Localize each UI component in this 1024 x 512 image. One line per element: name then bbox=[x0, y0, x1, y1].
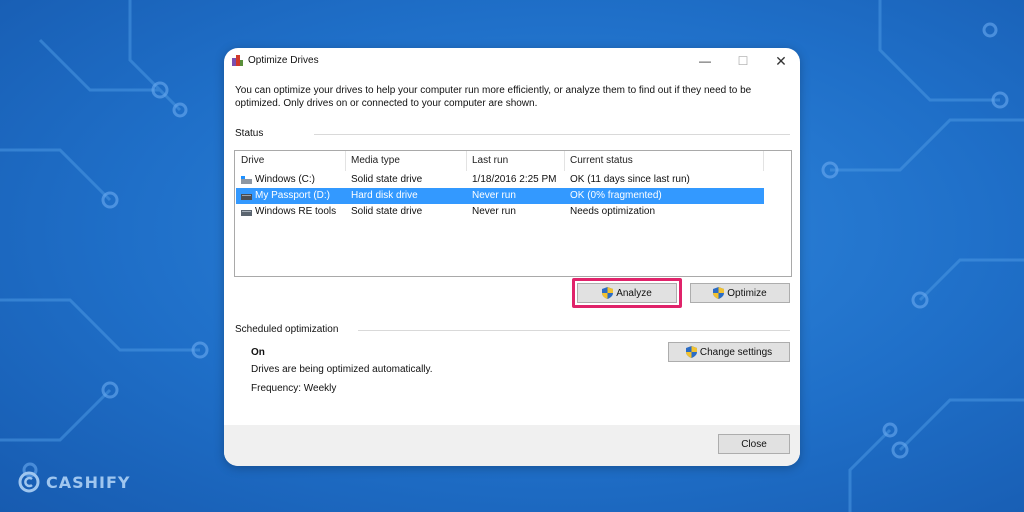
schedule-description: Drives are being optimized automatically… bbox=[251, 364, 433, 375]
optimize-button[interactable]: Optimize bbox=[690, 283, 790, 303]
schedule-state: On bbox=[251, 347, 265, 358]
column-separator[interactable] bbox=[564, 151, 565, 171]
drive-last-run: Never run bbox=[472, 190, 516, 201]
change-settings-button[interactable]: Change settings bbox=[668, 342, 790, 362]
column-header-media-type[interactable]: Media type bbox=[351, 155, 400, 166]
column-separator[interactable] bbox=[466, 151, 467, 171]
cashify-logo-icon bbox=[18, 471, 40, 493]
change-settings-label: Change settings bbox=[699, 346, 773, 358]
column-separator[interactable] bbox=[345, 151, 346, 171]
drive-last-run: 1/18/2016 2:25 PM bbox=[472, 174, 557, 185]
drive-current-status: Needs optimization bbox=[570, 206, 656, 217]
external-drive-icon bbox=[241, 194, 252, 200]
scheduled-divider bbox=[358, 330, 790, 331]
drives-list[interactable]: Drive Media type Last run Current status… bbox=[234, 150, 792, 277]
column-header-current-status[interactable]: Current status bbox=[570, 155, 633, 166]
windows-drive-icon bbox=[241, 176, 252, 184]
schedule-frequency: Frequency: Weekly bbox=[251, 383, 337, 394]
column-header-last-run[interactable]: Last run bbox=[472, 155, 508, 166]
drive-last-run: Never run bbox=[472, 206, 516, 217]
status-divider bbox=[314, 134, 790, 135]
column-header-drive[interactable]: Drive bbox=[241, 155, 264, 166]
defrag-icon bbox=[232, 55, 243, 66]
intro-text: You can optimize your drives to help you… bbox=[235, 85, 752, 109]
close-button[interactable]: Close bbox=[718, 434, 790, 454]
drive-row-selected[interactable]: My Passport (D:) Hard disk drive Never r… bbox=[236, 188, 764, 204]
drive-media-type: Solid state drive bbox=[351, 206, 423, 217]
drive-current-status: OK (0% fragmented) bbox=[570, 190, 662, 201]
title-bar: Optimize Drives — ☐ ✕ bbox=[224, 48, 800, 74]
dialog-footer: Close bbox=[224, 425, 800, 466]
drive-current-status: OK (11 days since last run) bbox=[570, 174, 690, 185]
optimize-drives-dialog: Optimize Drives — ☐ ✕ You can optimize y… bbox=[224, 48, 800, 466]
minimize-button[interactable]: — bbox=[690, 50, 720, 72]
cashify-brand-text: CASHIFY bbox=[46, 472, 131, 492]
drive-media-type: Hard disk drive bbox=[351, 190, 418, 201]
drive-name: Windows RE tools bbox=[255, 206, 337, 217]
scheduled-section-label: Scheduled optimization bbox=[235, 324, 339, 335]
drive-row[interactable]: Windows (C:) Solid state drive 1/18/2016… bbox=[236, 172, 764, 188]
drive-name: Windows (C:) bbox=[255, 174, 316, 185]
close-label: Close bbox=[741, 438, 767, 450]
analyze-highlight-box bbox=[572, 278, 682, 308]
drive-name: My Passport (D:) bbox=[255, 190, 331, 201]
uac-shield-icon bbox=[685, 346, 697, 358]
maximize-button[interactable]: ☐ bbox=[728, 50, 758, 72]
cashify-watermark: CASHIFY bbox=[18, 470, 131, 494]
drive-row[interactable]: Windows RE tools Solid state drive Never… bbox=[236, 204, 764, 220]
window-title: Optimize Drives bbox=[248, 55, 319, 66]
column-separator[interactable] bbox=[763, 151, 764, 171]
status-section-label: Status bbox=[235, 128, 264, 139]
close-window-button[interactable]: ✕ bbox=[766, 50, 796, 72]
optimize-label: Optimize bbox=[727, 287, 767, 299]
drive-icon bbox=[241, 210, 252, 216]
uac-shield-icon bbox=[713, 287, 725, 299]
drive-media-type: Solid state drive bbox=[351, 174, 423, 185]
